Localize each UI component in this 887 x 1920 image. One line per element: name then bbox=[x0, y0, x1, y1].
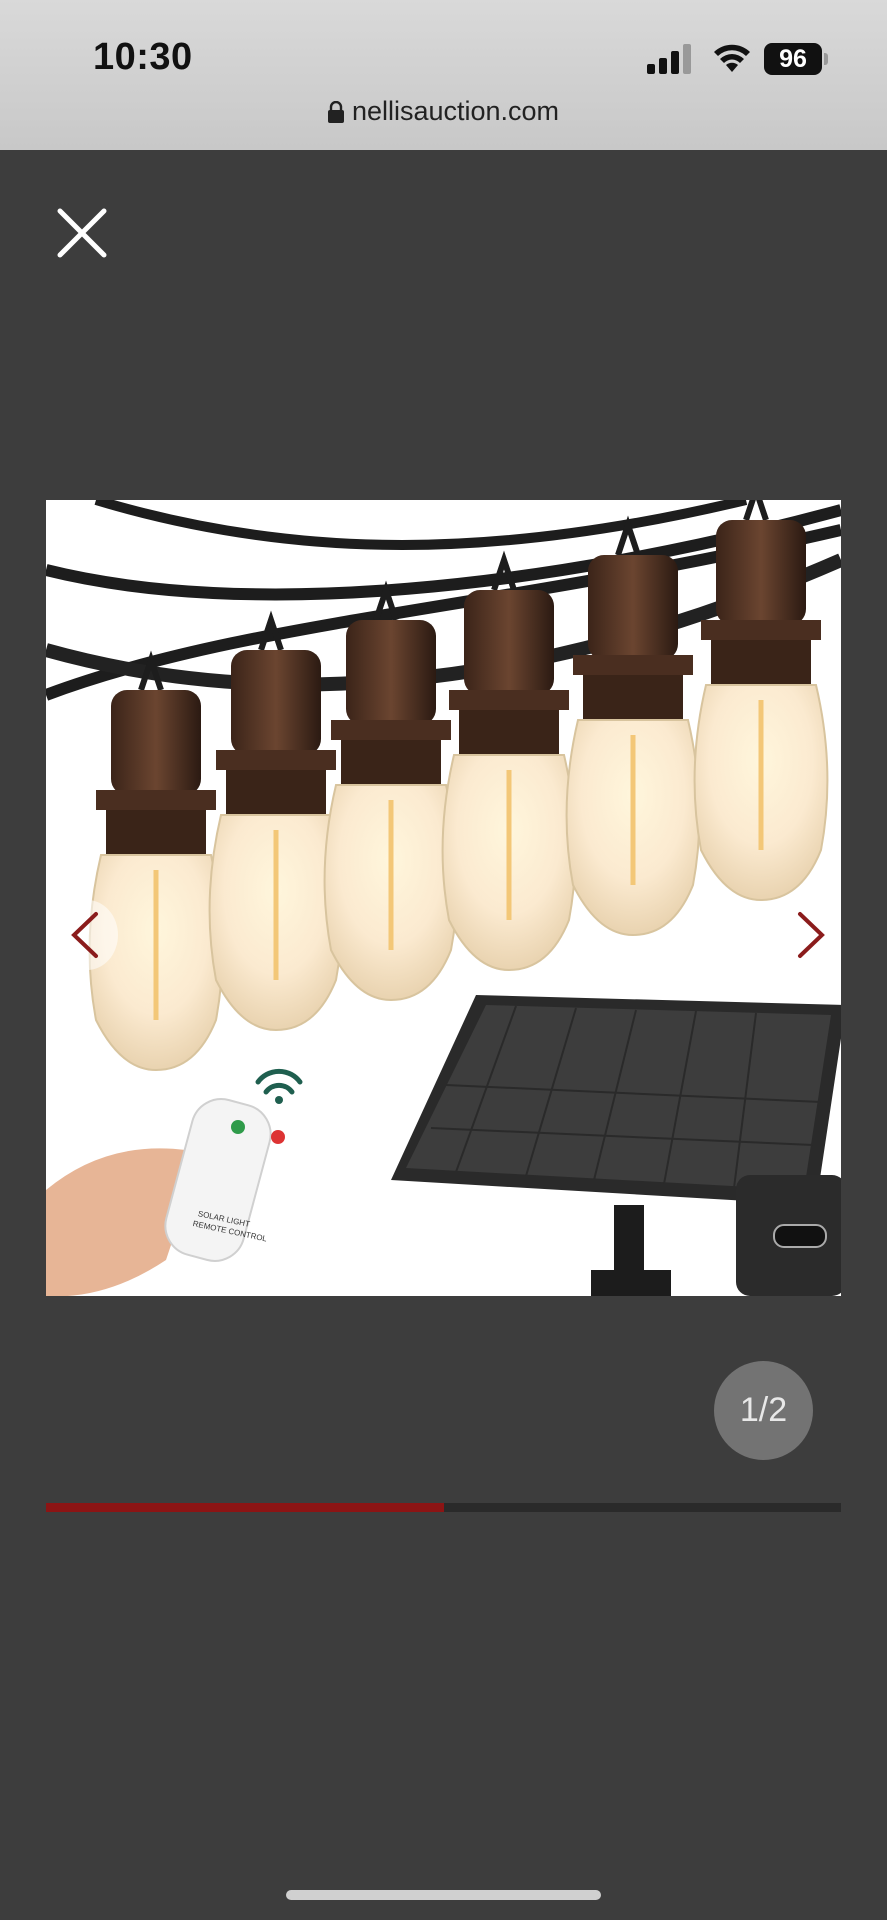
chevron-left-icon[interactable] bbox=[56, 900, 118, 970]
signal-icon bbox=[647, 44, 691, 74]
battery-icon: 96 bbox=[764, 43, 822, 75]
home-indicator[interactable] bbox=[286, 1890, 601, 1900]
url-domain: nellisauction.com bbox=[351, 96, 560, 126]
product-photo: SOLAR LIGHT REMOTE CONTROL bbox=[46, 500, 841, 1296]
lock-icon bbox=[327, 101, 344, 123]
browser-chrome: 10:30 96 nellisauction.com bbox=[0, 0, 887, 150]
carousel-progress bbox=[46, 1503, 841, 1512]
carousel-progress-fill bbox=[46, 1503, 444, 1512]
address-bar[interactable]: nellisauction.com bbox=[0, 96, 887, 127]
status-time: 10:30 bbox=[93, 36, 193, 78]
wifi-icon bbox=[714, 44, 750, 72]
close-icon[interactable] bbox=[54, 205, 110, 261]
battery-nub bbox=[824, 53, 828, 65]
chevron-right-icon[interactable] bbox=[778, 900, 840, 970]
image-counter: 1/2 bbox=[714, 1361, 813, 1460]
product-image[interactable]: SOLAR LIGHT REMOTE CONTROL bbox=[46, 500, 841, 1296]
